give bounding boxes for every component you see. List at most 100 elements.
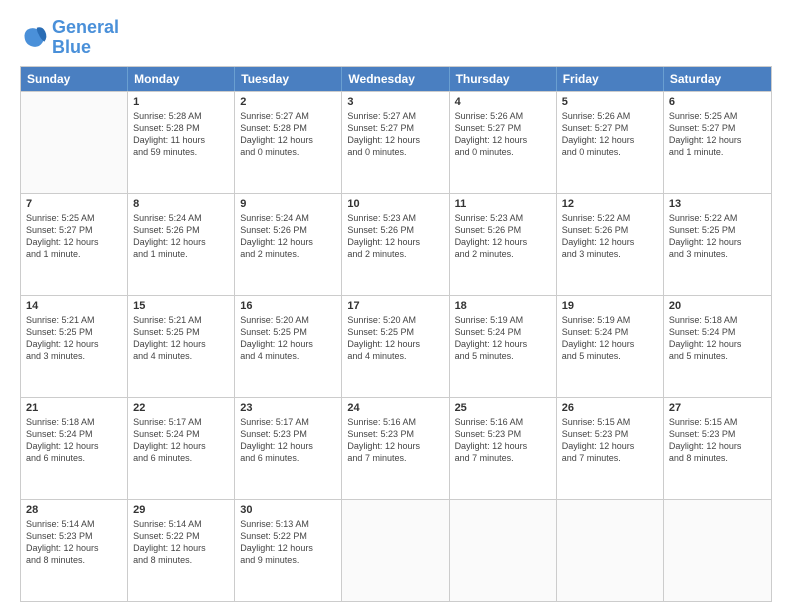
day-number: 22 xyxy=(133,402,229,414)
calendar-cell: 24Sunrise: 5:16 AM Sunset: 5:23 PM Dayli… xyxy=(342,398,449,499)
calendar-row-4: 28Sunrise: 5:14 AM Sunset: 5:23 PM Dayli… xyxy=(21,499,771,601)
day-number: 19 xyxy=(562,300,658,312)
header-day-saturday: Saturday xyxy=(664,67,771,91)
day-number: 26 xyxy=(562,402,658,414)
day-number: 3 xyxy=(347,96,443,108)
day-number: 10 xyxy=(347,198,443,210)
day-info: Sunrise: 5:14 AM Sunset: 5:22 PM Dayligh… xyxy=(133,518,229,567)
day-info: Sunrise: 5:25 AM Sunset: 5:27 PM Dayligh… xyxy=(669,110,766,159)
calendar-cell: 15 Sunrise: 5:21 AM Sunset: 5:25 PM Dayli… xyxy=(128,296,235,397)
day-info: Sunrise: 5:22 AM Sunset: 5:26 PM Dayligh… xyxy=(562,212,658,261)
day-info: Sunrise: 5:20 AM Sunset: 5:25 PM Dayligh… xyxy=(240,314,336,363)
day-info: Sunrise: 5:21 AM Sunset: 5:25 PM Dayligh… xyxy=(133,314,229,363)
day-number: 25 xyxy=(455,402,551,414)
day-info: Sunrise: 5:13 AM Sunset: 5:22 PM Dayligh… xyxy=(240,518,336,567)
day-number: 8 xyxy=(133,198,229,210)
header-day-monday: Monday xyxy=(128,67,235,91)
day-info: Sunrise: 5:24 AM Sunset: 5:26 PM Dayligh… xyxy=(240,212,336,261)
day-info: Sunrise: 5:18 AM Sunset: 5:24 PM Dayligh… xyxy=(26,416,122,465)
header-day-thursday: Thursday xyxy=(450,67,557,91)
day-number: 1 xyxy=(133,96,229,108)
logo-icon xyxy=(20,24,48,52)
page: General Blue SundayMondayTuesdayWednesda… xyxy=(0,0,792,612)
calendar-cell: 9 Sunrise: 5:24 AM Sunset: 5:26 PM Daylig… xyxy=(235,194,342,295)
day-info: Sunrise: 5:18 AM Sunset: 5:24 PM Dayligh… xyxy=(669,314,766,363)
day-number: 30 xyxy=(240,504,336,516)
day-number: 17 xyxy=(347,300,443,312)
day-number: 5 xyxy=(562,96,658,108)
calendar-cell: 2 Sunrise: 5:27 AM Sunset: 5:28 PM Daylig… xyxy=(235,92,342,193)
calendar-cell: 12 Sunrise: 5:22 AM Sunset: 5:26 PM Dayli… xyxy=(557,194,664,295)
calendar-cell: 10 Sunrise: 5:23 AM Sunset: 5:26 PM Dayli… xyxy=(342,194,449,295)
day-number: 2 xyxy=(240,96,336,108)
calendar-cell: 27 Sunrise: 5:15 AM Sunset: 5:23 PM Dayli… xyxy=(664,398,771,499)
header-day-wednesday: Wednesday xyxy=(342,67,449,91)
day-info: Sunrise: 5:20 AM Sunset: 5:25 PM Dayligh… xyxy=(347,314,443,363)
day-info: Sunrise: 5:28 AM Sunset: 5:28 PM Dayligh… xyxy=(133,110,229,159)
day-info: Sunrise: 5:19 AM Sunset: 5:24 PM Dayligh… xyxy=(562,314,658,363)
day-number: 18 xyxy=(455,300,551,312)
calendar-cell: 21 Sunrise: 5:18 AM Sunset: 5:24 PM Dayli… xyxy=(21,398,128,499)
day-info: Sunrise: 5:26 AM Sunset: 5:27 PM Dayligh… xyxy=(562,110,658,159)
calendar-cell: 29Sunrise: 5:14 AM Sunset: 5:22 PM Dayli… xyxy=(128,500,235,601)
header-day-friday: Friday xyxy=(557,67,664,91)
calendar-row-2: 14 Sunrise: 5:21 AM Sunset: 5:25 PM Dayli… xyxy=(21,295,771,397)
day-info: Sunrise: 5:27 AM Sunset: 5:27 PM Dayligh… xyxy=(347,110,443,159)
day-info: Sunrise: 5:24 AM Sunset: 5:26 PM Dayligh… xyxy=(133,212,229,261)
day-info: Sunrise: 5:16 AM Sunset: 5:23 PM Dayligh… xyxy=(455,416,551,465)
day-info: Sunrise: 5:17 AM Sunset: 5:23 PM Dayligh… xyxy=(240,416,336,465)
header-day-sunday: Sunday xyxy=(21,67,128,91)
calendar-body: 1 Sunrise: 5:28 AM Sunset: 5:28 PM Daylig… xyxy=(21,91,771,601)
logo: General Blue xyxy=(20,18,119,58)
logo-text: General Blue xyxy=(52,18,119,58)
calendar-cell: 18 Sunrise: 5:19 AM Sunset: 5:24 PM Dayli… xyxy=(450,296,557,397)
day-info: Sunrise: 5:15 AM Sunset: 5:23 PM Dayligh… xyxy=(669,416,766,465)
day-number: 12 xyxy=(562,198,658,210)
calendar-cell: 28Sunrise: 5:14 AM Sunset: 5:23 PM Dayli… xyxy=(21,500,128,601)
day-info: Sunrise: 5:17 AM Sunset: 5:24 PM Dayligh… xyxy=(133,416,229,465)
calendar-cell: 22 Sunrise: 5:17 AM Sunset: 5:24 PM Dayli… xyxy=(128,398,235,499)
day-number: 9 xyxy=(240,198,336,210)
calendar-cell xyxy=(664,500,771,601)
day-info: Sunrise: 5:26 AM Sunset: 5:27 PM Dayligh… xyxy=(455,110,551,159)
day-number: 20 xyxy=(669,300,766,312)
calendar-cell xyxy=(557,500,664,601)
day-number: 4 xyxy=(455,96,551,108)
calendar-cell: 17 Sunrise: 5:20 AM Sunset: 5:25 PM Dayli… xyxy=(342,296,449,397)
calendar-row-0: 1 Sunrise: 5:28 AM Sunset: 5:28 PM Daylig… xyxy=(21,91,771,193)
calendar-cell xyxy=(21,92,128,193)
calendar-cell: 26 Sunrise: 5:15 AM Sunset: 5:23 PM Dayli… xyxy=(557,398,664,499)
day-info: Sunrise: 5:23 AM Sunset: 5:26 PM Dayligh… xyxy=(347,212,443,261)
day-number: 7 xyxy=(26,198,122,210)
calendar: SundayMondayTuesdayWednesdayThursdayFrid… xyxy=(20,66,772,602)
calendar-cell: 13 Sunrise: 5:22 AM Sunset: 5:25 PM Dayli… xyxy=(664,194,771,295)
day-number: 6 xyxy=(669,96,766,108)
day-number: 14 xyxy=(26,300,122,312)
calendar-cell xyxy=(342,500,449,601)
day-info: Sunrise: 5:14 AM Sunset: 5:23 PM Dayligh… xyxy=(26,518,122,567)
calendar-cell: 4 Sunrise: 5:26 AM Sunset: 5:27 PM Daylig… xyxy=(450,92,557,193)
day-number: 11 xyxy=(455,198,551,210)
day-number: 27 xyxy=(669,402,766,414)
day-info: Sunrise: 5:15 AM Sunset: 5:23 PM Dayligh… xyxy=(562,416,658,465)
day-info: Sunrise: 5:27 AM Sunset: 5:28 PM Dayligh… xyxy=(240,110,336,159)
day-info: Sunrise: 5:25 AM Sunset: 5:27 PM Dayligh… xyxy=(26,212,122,261)
day-info: Sunrise: 5:16 AM Sunset: 5:23 PM Dayligh… xyxy=(347,416,443,465)
header: General Blue xyxy=(20,18,772,58)
calendar-cell: 25 Sunrise: 5:16 AM Sunset: 5:23 PM Dayli… xyxy=(450,398,557,499)
calendar-row-3: 21 Sunrise: 5:18 AM Sunset: 5:24 PM Dayli… xyxy=(21,397,771,499)
day-info: Sunrise: 5:23 AM Sunset: 5:26 PM Dayligh… xyxy=(455,212,551,261)
day-info: Sunrise: 5:22 AM Sunset: 5:25 PM Dayligh… xyxy=(669,212,766,261)
day-number: 16 xyxy=(240,300,336,312)
calendar-cell: 8 Sunrise: 5:24 AM Sunset: 5:26 PM Daylig… xyxy=(128,194,235,295)
calendar-cell: 5 Sunrise: 5:26 AM Sunset: 5:27 PM Daylig… xyxy=(557,92,664,193)
calendar-cell: 7 Sunrise: 5:25 AM Sunset: 5:27 PM Daylig… xyxy=(21,194,128,295)
day-number: 13 xyxy=(669,198,766,210)
header-day-tuesday: Tuesday xyxy=(235,67,342,91)
calendar-cell: 11 Sunrise: 5:23 AM Sunset: 5:26 PM Dayli… xyxy=(450,194,557,295)
day-number: 21 xyxy=(26,402,122,414)
day-info: Sunrise: 5:19 AM Sunset: 5:24 PM Dayligh… xyxy=(455,314,551,363)
day-number: 15 xyxy=(133,300,229,312)
calendar-cell: 6 Sunrise: 5:25 AM Sunset: 5:27 PM Daylig… xyxy=(664,92,771,193)
calendar-cell xyxy=(450,500,557,601)
